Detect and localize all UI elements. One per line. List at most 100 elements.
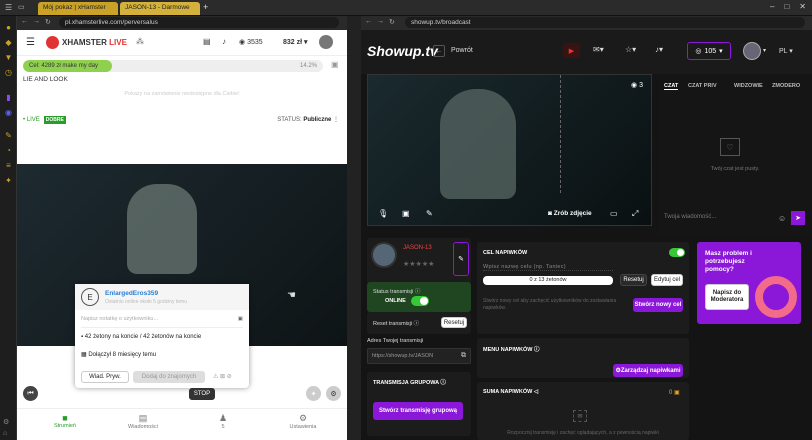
chat-icon: ▤ [138,413,148,423]
edit-profile-button[interactable]: ✎ [453,242,469,276]
tokens-count[interactable]: ◉ 3535 [239,38,263,46]
reload-icon[interactable]: ↻ [389,18,395,26]
twitch-icon[interactable]: ▮ [0,90,17,105]
microphone-icon[interactable]: 🎙 [378,209,388,218]
fullscreen-icon[interactable]: ⤢ [632,209,638,219]
nav-user[interactable]: ♟ 5 [203,413,243,430]
new-tab-button[interactable]: + [203,2,208,12]
left-url-input[interactable]: pl.xhamsterlive.com/perversalus [59,17,339,28]
popup-note-input[interactable]: Napisz notatkę o użytkowniku... ▣ [81,316,243,328]
reload-icon[interactable]: ↻ [45,18,51,26]
nav-stream[interactable]: ■ Strumień [45,413,85,429]
notes-icon[interactable]: ≡ [0,158,17,173]
reset-card: Reset transmisji ⓘ Resetuj [367,312,471,334]
profile-avatar[interactable] [371,242,397,268]
tip-goal-toggle[interactable] [669,248,685,257]
discord-icon[interactable]: ◉ [0,105,17,120]
showup-video[interactable]: ◉ 3 🎙 ▣ ✎ ◙ Zrób zdjęcie ▭ ⤢ [367,74,652,226]
magic-button[interactable]: ✦ [306,386,321,401]
private-message-button[interactable]: Wiad. Pryw. [81,371,129,383]
cursor-icon: ☚ [287,290,296,301]
showup-logo[interactable]: Showup.tv [367,43,438,59]
contact-moderator-button[interactable]: Napisz do Moderatora [705,284,749,310]
empty-tips-icon: ✉ [573,410,587,422]
send-button[interactable]: ➤ [791,211,805,225]
bell-icon[interactable]: ♪ [222,37,226,46]
address-field[interactable]: https://showup.tv/JASON ⧉ [367,348,471,364]
xh-header: ☰ XHAMSTER LIVE ⁂ ▤ ♪ ◉ 3535 832 zł ▾ [17,30,347,56]
manage-tips-button[interactable]: ⚙ Zarządzaj napiwkami [613,364,683,377]
language-select[interactable]: PL ▾ [779,47,793,55]
tab-moderators[interactable]: ZMODERO [772,83,800,89]
pane-divider[interactable] [347,16,361,440]
brand-name[interactable]: XHAMSTER LIVE [62,38,127,47]
popup-avatar[interactable]: E [81,288,99,306]
back-arrow-icon[interactable]: ← [433,45,445,57]
status-toggle[interactable] [411,296,429,306]
back-icon[interactable]: ← [365,18,372,25]
downloads-icon[interactable]: ▼ [0,50,17,65]
tab-chat-priv[interactable]: CZAT PRIV [688,83,717,89]
profile-username[interactable]: JASON-13 [403,245,432,251]
settings-round-button[interactable]: ⚙ [326,386,341,401]
message-icon[interactable]: ▤ [203,37,211,46]
pip-icon[interactable]: ▭ [610,209,618,218]
tab-xhamster[interactable]: Mój pokaz | xHamster [38,2,118,15]
create-group-button[interactable]: Stwórz transmisję grupową [373,402,463,420]
back-icon[interactable]: ← [21,18,28,25]
new-goal-button[interactable]: Stwórz nowy cel [633,298,683,312]
clock-icon[interactable]: ◔ [0,143,17,158]
goal-edit-icon[interactable]: ▣ [331,60,339,69]
camera-settings-icon[interactable]: ▣ [402,209,410,218]
stream-status[interactable]: STATUS: Publiczne ⋮ [277,116,339,123]
snapshot-button[interactable]: ◙ Zrób zdjęcie [548,210,592,217]
people-icon[interactable]: ⁂ [136,37,144,46]
avatar-chevron-icon[interactable]: ▾ [763,47,766,54]
close-button[interactable]: ✕ [799,2,806,11]
tab-chat[interactable]: CZAT [664,83,679,90]
pin-icon[interactable]: ✎ [0,128,17,143]
note-icon[interactable]: ▣ [238,316,243,322]
avatar[interactable] [743,42,761,60]
avatar[interactable] [319,35,333,49]
rewind-button[interactable]: ⏮ [23,386,38,401]
minimize-button[interactable]: – [770,2,774,11]
copy-icon[interactable]: ⧉ [461,352,466,360]
forward-icon[interactable]: → [33,18,40,25]
nav-settings[interactable]: ⚙ Ustawienia [283,413,323,430]
tab-showup[interactable]: JASON-13 - Darmowe [120,2,200,15]
stop-button[interactable]: STOP [189,388,215,400]
menu-icon[interactable]: ☰ [26,37,35,48]
extensions-icon[interactable]: ✦ [0,173,17,188]
report-icon[interactable]: ⚠ ⊠ ⊘ [213,373,232,380]
bell-icon[interactable]: ♪▾ [655,45,663,54]
brush-icon[interactable]: ✎ [426,209,433,218]
back-link[interactable]: Powrót [451,47,473,54]
add-friend-button[interactable]: Dodaj do znajomych [133,371,205,383]
settings-icon[interactable]: ⚙ [3,418,9,426]
history-icon[interactable]: ◷ [0,65,17,80]
balance[interactable]: 832 zł ▾ [283,38,308,46]
tip-sum-value: 0 ▣ [669,390,680,396]
forward-icon[interactable]: → [377,18,384,25]
popup-username[interactable]: EnlargedEros359 [105,290,158,297]
sidebar-toggle-icon[interactable]: ☰ [5,3,12,12]
tip-goal-edit[interactable]: Edytuj cel [651,274,683,286]
tab-viewers[interactable]: WIDZOWIE [734,83,763,89]
mail-icon[interactable]: ✉▾ [593,45,604,54]
emoji-icon[interactable]: ☺ [778,214,786,223]
reset-button[interactable]: Resetuj [441,317,467,328]
maximize-button[interactable]: □ [784,2,789,11]
nav-messages[interactable]: ▤ Wiadomości [123,413,163,430]
star-icon[interactable]: ☆▾ [625,45,636,54]
speed-dial-icon[interactable]: ● [0,20,17,35]
right-url-input[interactable]: showup.tv/broadcast [405,17,805,28]
panel-toggle-icon[interactable]: ⌂ [3,430,7,437]
chat-input[interactable]: Twoja wiadomość... [664,214,774,228]
tip-goal-reset[interactable]: Resetuj [620,274,647,286]
bookmarks-icon[interactable]: ◆ [0,35,17,50]
coins-balance[interactable]: ◎ 105 ▾ [687,42,731,60]
record-button[interactable]: ▶ [563,43,580,58]
workspaces-icon[interactable]: ▭ [18,3,25,11]
tip-goal-input[interactable]: Wpisz nazwę celu (np. Taniec) [483,264,613,271]
